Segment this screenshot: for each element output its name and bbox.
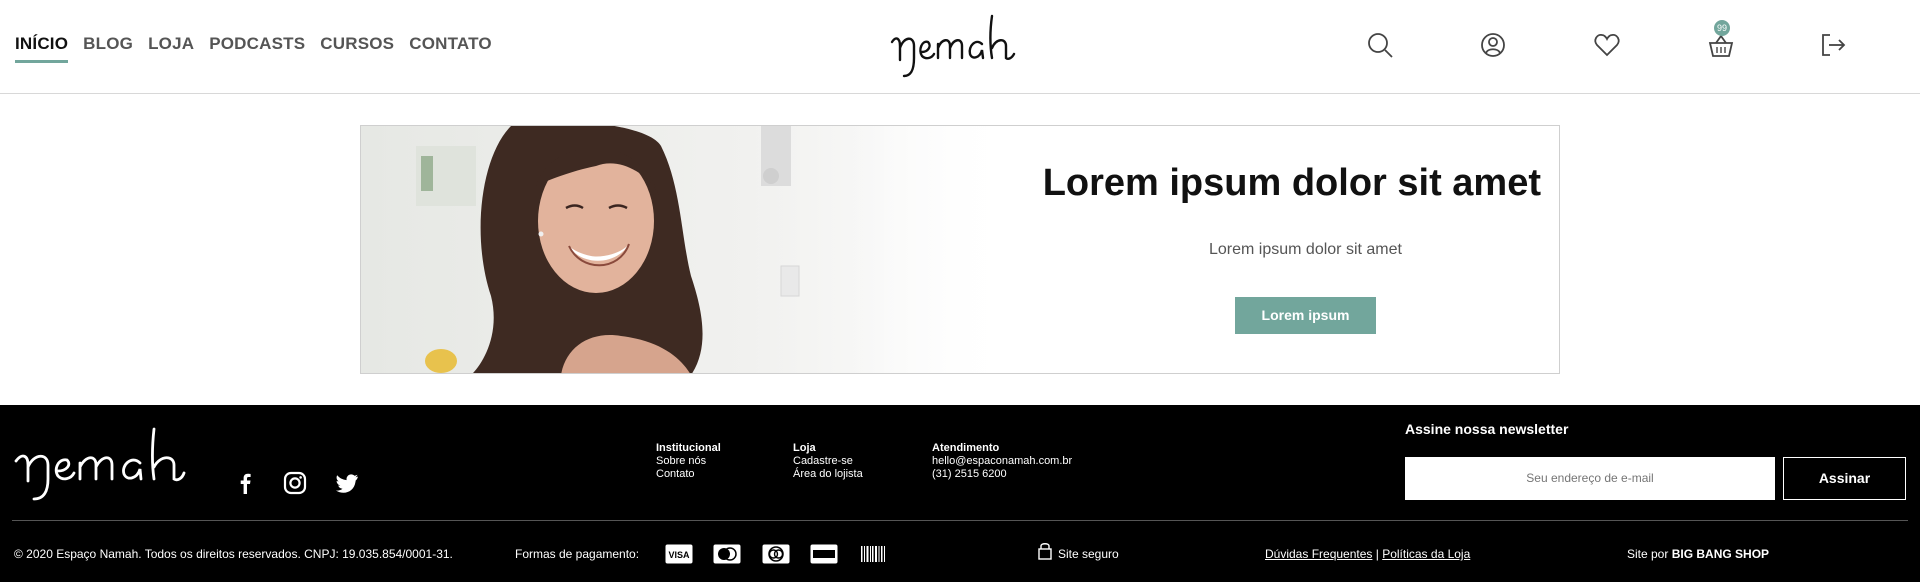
footer-email[interactable]: hello@espaconamah.com.br xyxy=(932,455,1072,468)
nav-item-contato[interactable]: CONTATO xyxy=(409,34,492,63)
search-icon[interactable] xyxy=(1365,30,1395,60)
footer-col-atendimento: Atendimento hello@espaconamah.com.br (31… xyxy=(932,442,1072,481)
footer-col-loja: Loja Cadastre-se Área do lojista xyxy=(793,442,863,481)
site-footer: Institucional Sobre nós Contato Loja Cad… xyxy=(0,405,1920,582)
footer-link-sobre[interactable]: Sobre nós xyxy=(656,455,721,468)
footer-col-heading: Atendimento xyxy=(932,442,1000,454)
twitter-icon[interactable] xyxy=(334,470,360,496)
nav-item-blog[interactable]: BLOG xyxy=(83,34,133,63)
boleto-barcode-icon xyxy=(861,546,885,562)
copyright-text: © 2020 Espaço Namah. Todos os direitos r… xyxy=(14,547,453,561)
visa-icon: VISA xyxy=(665,544,693,564)
banner-photo xyxy=(361,126,1011,373)
policies-link[interactable]: Políticas da Loja xyxy=(1382,547,1470,561)
link-separator: | xyxy=(1375,547,1379,561)
footer-phone: (31) 2515 6200 xyxy=(932,468,1007,480)
footer-col-heading: Loja xyxy=(793,442,816,454)
hero-banner: Lorem ipsum dolor sit amet Lorem ipsum d… xyxy=(360,125,1560,374)
svg-text:VISA: VISA xyxy=(668,550,690,560)
diners-icon xyxy=(762,544,790,564)
nav-item-podcasts[interactable]: PODCASTS xyxy=(209,34,305,63)
heart-icon[interactable] xyxy=(1592,30,1622,60)
footer-link-contato[interactable]: Contato xyxy=(656,468,721,481)
nav-item-loja[interactable]: LOJA xyxy=(148,34,194,63)
amex-icon xyxy=(810,544,838,564)
footer-col-institucional: Institucional Sobre nós Contato xyxy=(656,442,721,481)
newsletter-submit-button[interactable]: Assinar xyxy=(1783,457,1906,500)
nav-item-cursos[interactable]: CURSOS xyxy=(320,34,394,63)
instagram-icon[interactable] xyxy=(282,470,308,496)
footer-namah-logo[interactable] xyxy=(12,423,212,503)
namah-logo[interactable] xyxy=(888,10,1032,82)
secure-site-label: Site seguro xyxy=(1058,547,1119,561)
newsletter-title: Assine nossa newsletter xyxy=(1405,421,1569,437)
logout-icon[interactable] xyxy=(1818,30,1848,60)
banner-cta-button[interactable]: Lorem ipsum xyxy=(1235,297,1376,334)
footer-link-lojista[interactable]: Área do lojista xyxy=(793,468,863,481)
footer-col-heading: Institucional xyxy=(656,442,721,454)
main-nav: INÍCIO BLOG LOJA PODCASTS CURSOS CONTATO xyxy=(15,34,492,63)
footer-bottom-links: Dúvidas Frequentes | Políticas da Loja xyxy=(1265,547,1470,561)
credit-name[interactable]: BIG BANG SHOP xyxy=(1672,547,1769,561)
banner-subtitle: Lorem ipsum dolor sit amet xyxy=(1209,241,1402,258)
site-header: INÍCIO BLOG LOJA PODCASTS CURSOS CONTATO… xyxy=(0,0,1920,94)
nav-item-inicio[interactable]: INÍCIO xyxy=(15,34,69,63)
site-credit: Site por BIG BANG SHOP xyxy=(1627,547,1769,561)
lock-icon xyxy=(1038,543,1052,560)
payment-label: Formas de pagamento: xyxy=(515,547,640,561)
newsletter-email-input[interactable] xyxy=(1405,457,1775,500)
cart-count-badge: 99 xyxy=(1714,20,1730,36)
footer-link-cadastre[interactable]: Cadastre-se xyxy=(793,455,863,468)
credit-prefix: Site por xyxy=(1627,547,1669,561)
mastercard-icon xyxy=(713,544,741,564)
user-icon[interactable] xyxy=(1478,30,1508,60)
banner-title: Lorem ipsum dolor sit amet xyxy=(1042,162,1541,204)
faq-link[interactable]: Dúvidas Frequentes xyxy=(1265,547,1372,561)
facebook-icon[interactable] xyxy=(232,470,258,496)
footer-divider xyxy=(12,520,1908,521)
